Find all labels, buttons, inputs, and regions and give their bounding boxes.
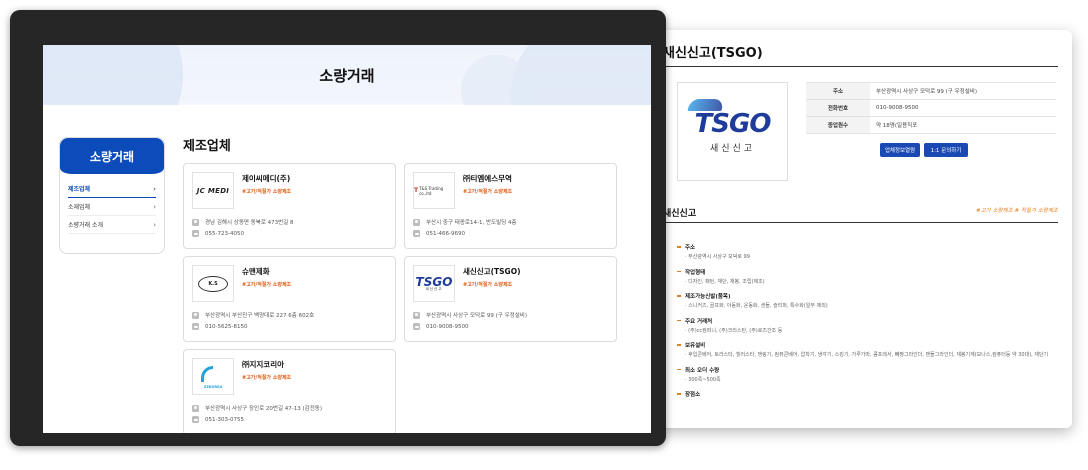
list-title: 제조업체 [183,139,231,154]
location-icon [192,218,199,226]
company-phone: 051-466-9690 [426,230,465,237]
company-info-button[interactable]: 업체정보열람 [880,143,920,157]
side-item-manufacturers[interactable]: 제조업체 › [68,180,156,198]
side-menu: 소량거래 제조업체 › 소재업체 › 소량거래 소개 › [59,137,165,254]
company-card[interactable]: T T&S Trading co.,ltd ㈜티엠에스무역 #고가/적절가 소량제… [404,163,617,249]
company-logo: JC MEDI [192,172,234,209]
company-phone: 010-5625-8150 [205,323,248,330]
company-address: 부산시 중구 태종로14-1, 반도빌딩 4층 [426,220,517,226]
section-title: 새신신고 [663,209,697,219]
company-phone: 055-723-4050 [205,230,244,237]
chevron-right-icon: › [153,202,156,211]
spec-item: 장점소 [677,390,1067,398]
company-phone: 010-9008-9500 [426,323,469,330]
company-address: 부산광역시 사상구 모덕로 99 (구 우정설비) [426,313,527,319]
site-screen: 소량거래 소량거래 제조업체 › 소재업체 › 소량거래 소개 › 제조업체 JC M… [43,45,651,433]
company-logo: TSGO 새신신고 [677,82,788,181]
divider [663,222,1058,223]
company-card[interactable]: ZZKOREA ㈜지지코리아 #고가/적절가 소량제조 부산광역시 사상구 장인… [183,349,396,433]
spec-item: 주소 · 부산광역시 사상구 모덕로 99 [677,243,1067,262]
phone-icon [192,416,199,423]
company-address: 부산광역시 부산진구 백양대로 227 6층 602호 [205,313,315,319]
hero-title: 소량거래 [319,67,375,85]
company-name: 슈맨제화 [242,267,270,276]
company-address: 부산광역시 사상구 장인로 20번길 47-13 (감전동) [205,406,322,412]
chevron-right-icon: › [153,184,156,193]
phone-icon [413,323,420,330]
spec-list: 주소 · 부산광역시 사상구 모덕로 99 작업형태 · 디자인, 패턴, 재단, … [677,243,1067,404]
side-item-intro[interactable]: 소량거래 소개 › [68,216,156,234]
company-name: 새신신고(TSGO) [463,267,521,276]
company-tag: #고가/적절가 소량제조 [463,189,513,195]
company-name: ㈜티엠에스무역 [463,174,512,183]
divider [663,66,1058,67]
company-tag: #고가/적절가 소량제조 [242,282,292,288]
detail-title: 새신신고(TSGO) [663,46,763,61]
spec-item: 제조가능신발(품목) · 스니커즈, 골프화, 아동화, 운동화, 샌들, 슬리퍼… [677,292,1067,311]
phone-icon [192,230,199,237]
company-tag: #고가/적절가 소량제조 [242,375,292,381]
phone-icon [192,323,199,330]
spec-item: 작업형태 · 디자인, 패턴, 재단, 재봉, 조립(제조) [677,268,1067,287]
company-card[interactable]: JC MEDI 제이씨메디(주) #고가/적절가 소량제조 경남 김해시 상동면… [183,163,396,249]
company-tag: #고가/적절가 소량제조 [463,282,513,288]
side-item-materials[interactable]: 소재업체 › [68,198,156,216]
info-row: 종업원수 약 18명(일용직포 [806,116,1056,134]
location-icon [192,311,199,319]
company-logo: T T&S Trading co.,ltd [413,172,455,209]
company-address: 경남 김해시 상동면 동북로 473번길 8 [205,220,294,226]
company-card[interactable]: K.S 슈맨제화 #고가/적절가 소량제조 부산광역시 부산진구 백양대로 22… [183,256,396,342]
company-logo: TSGO 새신신고 [413,265,455,302]
chevron-right-icon: › [153,220,156,229]
company-name: 제이씨메디(주) [242,174,291,183]
company-name: ㈜지지코리아 [242,360,284,369]
company-logo: ZZKOREA [192,358,234,395]
info-row: 주소 부산광역시 사상구 모덕로 99 (구 우정설비) [806,82,1056,100]
spec-item: 주요 거래처 · (주)cc컴퍼니, (주)크리스탄, (주)로즈간조 등 [677,317,1067,336]
side-menu-title: 소량거래 [60,138,164,174]
device-frame: 소량거래 소량거래 제조업체 › 소재업체 › 소량거래 소개 › 제조업체 JC M… [10,10,666,446]
hero-banner: 소량거래 [43,45,651,105]
spec-item: 보유설비 · 후입콘베어, 토라스타, 힐러스타, 쟁링기, 컴퓨콘베어, 압착기… [677,341,1067,360]
spec-item: 최소 오더 수량 · 300족~500족 [677,366,1067,385]
inquiry-button[interactable]: 1:1 문의하기 [924,143,968,157]
section-tags: #고가 소량제조 # 적질가 소량제조 [976,208,1058,214]
location-icon [192,404,199,412]
company-tag: #고가/적절가 소량제조 [242,189,292,195]
company-logo: K.S [192,265,234,302]
phone-icon [413,230,420,237]
location-icon [413,311,420,319]
info-row: 전화번호 010-9008-9500 [806,99,1056,117]
location-icon [413,218,420,226]
company-phone: 051-303-0755 [205,416,244,423]
company-card[interactable]: TSGO 새신신고 새신신고(TSGO) #고가/적절가 소량제조 부산광역시 사… [404,256,617,342]
shoe-icon [686,99,725,111]
company-info-table: 주소 부산광역시 사상구 모덕로 99 (구 우정설비) 전화번호 010-90… [806,82,1056,134]
